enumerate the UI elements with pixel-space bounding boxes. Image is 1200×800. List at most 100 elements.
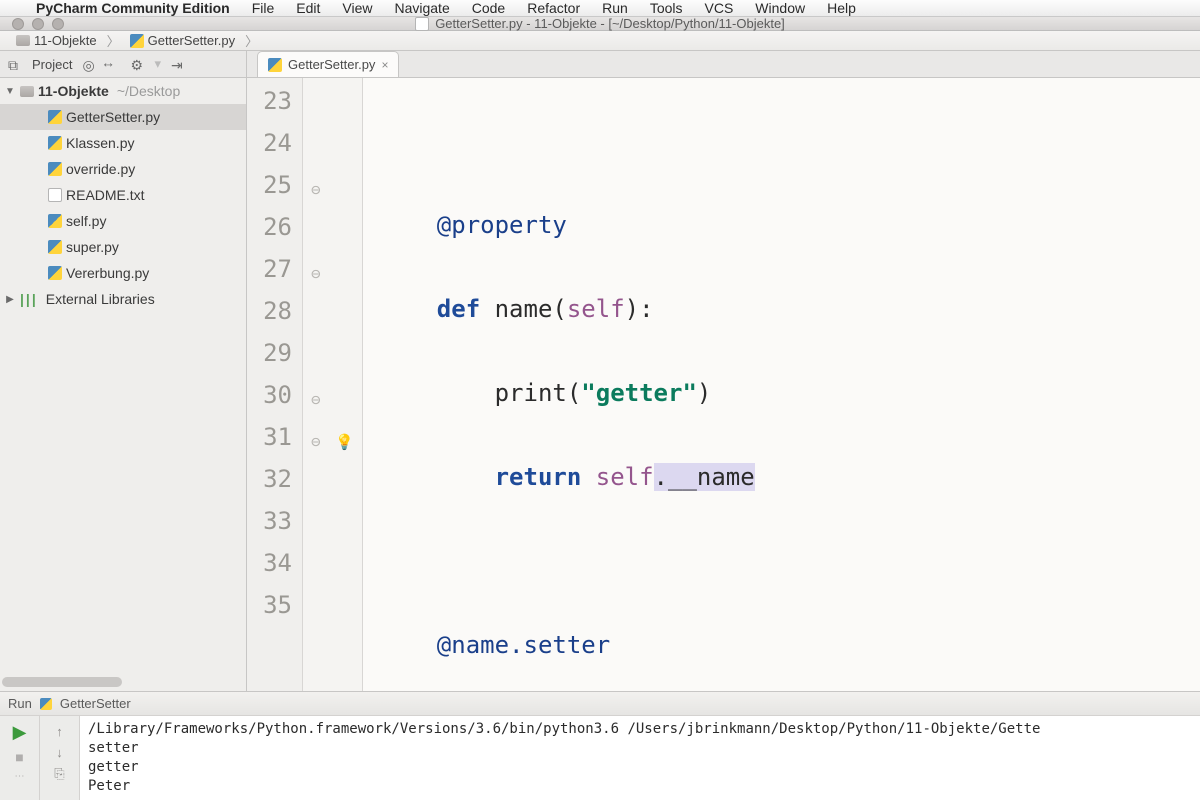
export-icon[interactable]: ⎘ [54, 766, 64, 782]
breadcrumb-folder[interactable]: 11-Objekte [10, 33, 103, 48]
collapse-all-icon[interactable] [106, 57, 120, 71]
menu-edit[interactable]: Edit [296, 0, 320, 16]
tree-root-path: ~/Desktop [117, 83, 180, 99]
tree-item-label: Vererbung.py [66, 265, 149, 281]
editor-tab[interactable]: GetterSetter.py × [257, 51, 399, 77]
close-tab-icon[interactable]: × [381, 58, 388, 72]
python-file-icon [48, 136, 62, 150]
tree-external-libraries[interactable]: ▶ External Libraries [0, 286, 246, 312]
tree-item[interactable]: override.py [0, 156, 246, 182]
libraries-icon [20, 291, 38, 307]
project-view-icon[interactable] [8, 57, 22, 71]
menu-view[interactable]: View [342, 0, 372, 16]
console-line: setter [88, 740, 139, 756]
menu-vcs[interactable]: VCS [705, 0, 734, 16]
run-label: Run [8, 696, 32, 711]
tree-item[interactable]: README.txt [0, 182, 246, 208]
python-file-icon [130, 34, 144, 48]
menu-navigate[interactable]: Navigate [394, 0, 449, 16]
tree-root-name: 11-Objekte [38, 83, 109, 99]
breadcrumb-file[interactable]: GetterSetter.py [124, 33, 241, 48]
decorator: @property [437, 211, 567, 239]
tree-item[interactable]: self.py [0, 208, 246, 234]
menu-tools[interactable]: Tools [650, 0, 683, 16]
run-config-name: GetterSetter [60, 696, 131, 711]
menu-code[interactable]: Code [472, 0, 505, 16]
zoom-window-button[interactable] [52, 18, 64, 30]
tree-item-label: README.txt [66, 187, 145, 203]
line-number-gutter: 2324252627 2829303132 333435 [247, 78, 303, 691]
fold-icon[interactable] [311, 166, 325, 180]
tree-item-label: Klassen.py [66, 135, 134, 151]
minimize-window-button[interactable] [32, 18, 44, 30]
stop-button[interactable]: ■ [15, 749, 23, 765]
hide-icon[interactable] [171, 57, 185, 71]
fold-icon[interactable] [311, 376, 325, 390]
chevron-down-icon[interactable]: ▼ [4, 86, 16, 97]
console-line: getter [88, 759, 139, 775]
tree-item-label: override.py [66, 161, 135, 177]
project-toolbar: Project ▾ [0, 51, 247, 77]
python-file-icon [48, 214, 62, 228]
tree-item-label: self.py [66, 213, 106, 229]
editor-tab-label: GetterSetter.py [288, 57, 375, 72]
file-icon [415, 17, 429, 31]
window-title: GetterSetter.py - 11-Objekte - [~/Deskto… [435, 16, 785, 31]
chevron-right-icon[interactable]: ▶ [4, 294, 16, 305]
mac-menu-bar: PyCharm Community Edition File Edit View… [0, 0, 1200, 17]
python-file-icon [48, 240, 62, 254]
run-header[interactable]: Run GetterSetter [0, 692, 1200, 716]
tree-item-label: GetterSetter.py [66, 109, 160, 125]
traffic-lights [0, 18, 64, 30]
python-file-icon [268, 58, 282, 72]
python-file-icon [40, 698, 52, 710]
tool-row: Project ▾ GetterSetter.py × [0, 51, 1200, 78]
python-file-icon [48, 110, 62, 124]
code-area[interactable]: @property def name(self): print("getter"… [363, 78, 1200, 691]
chevron-right-icon: 〉 [245, 31, 258, 50]
menu-help[interactable]: Help [827, 0, 856, 16]
folder-icon [16, 35, 30, 46]
tree-item[interactable]: super.py [0, 234, 246, 260]
up-icon[interactable]: ↑ [56, 724, 63, 739]
code-editor[interactable]: 2324252627 2829303132 333435 @property d… [247, 78, 1200, 691]
console-line: Peter [88, 778, 130, 794]
more-button[interactable]: ⋯ [15, 771, 25, 782]
python-file-icon [48, 266, 62, 280]
run-step-toolbar: ↑ ↓ ⎘ [40, 716, 80, 800]
intention-bulb-icon[interactable] [335, 418, 351, 434]
tree-item[interactable]: Klassen.py [0, 130, 246, 156]
scroll-from-source-icon[interactable] [82, 57, 96, 71]
breadcrumb: 11-Objekte 〉 GetterSetter.py 〉 [0, 31, 1200, 51]
tree-root[interactable]: ▼ 11-Objekte ~/Desktop [0, 78, 246, 104]
console-output[interactable]: /Library/Frameworks/Python.framework/Ver… [80, 716, 1200, 800]
run-toolbar: ▶ ■ ⋯ [0, 716, 40, 800]
project-tree[interactable]: ▼ 11-Objekte ~/Desktop GetterSetter.py K… [0, 78, 247, 691]
fold-icon[interactable] [311, 250, 325, 264]
app-name[interactable]: PyCharm Community Edition [36, 0, 230, 16]
menu-file[interactable]: File [252, 0, 275, 16]
project-label[interactable]: Project [32, 57, 72, 72]
menu-window[interactable]: Window [755, 0, 805, 16]
run-tool-window: Run GetterSetter ▶ ■ ⋯ ↑ ↓ ⎘ /Library/Fr… [0, 691, 1200, 800]
breadcrumb-file-label: GetterSetter.py [148, 33, 235, 48]
gutter-icons [303, 78, 363, 691]
gear-icon[interactable] [130, 57, 144, 71]
console-cmd: /Library/Frameworks/Python.framework/Ver… [88, 721, 1040, 737]
close-window-button[interactable] [12, 18, 24, 30]
menu-refactor[interactable]: Refactor [527, 0, 580, 16]
rerun-button[interactable]: ▶ [13, 722, 27, 743]
text-file-icon [48, 188, 62, 202]
tree-item[interactable]: Vererbung.py [0, 260, 246, 286]
python-file-icon [48, 162, 62, 176]
breadcrumb-folder-label: 11-Objekte [34, 33, 97, 48]
scrollbar[interactable] [2, 677, 244, 689]
window-titlebar: GetterSetter.py - 11-Objekte - [~/Deskto… [0, 17, 1200, 31]
folder-icon [20, 86, 34, 97]
fold-icon[interactable] [311, 418, 325, 432]
menu-run[interactable]: Run [602, 0, 628, 16]
tree-item-label: super.py [66, 239, 119, 255]
tree-item[interactable]: GetterSetter.py [0, 104, 246, 130]
down-icon[interactable]: ↓ [56, 745, 63, 760]
chevron-right-icon: 〉 [107, 31, 120, 50]
